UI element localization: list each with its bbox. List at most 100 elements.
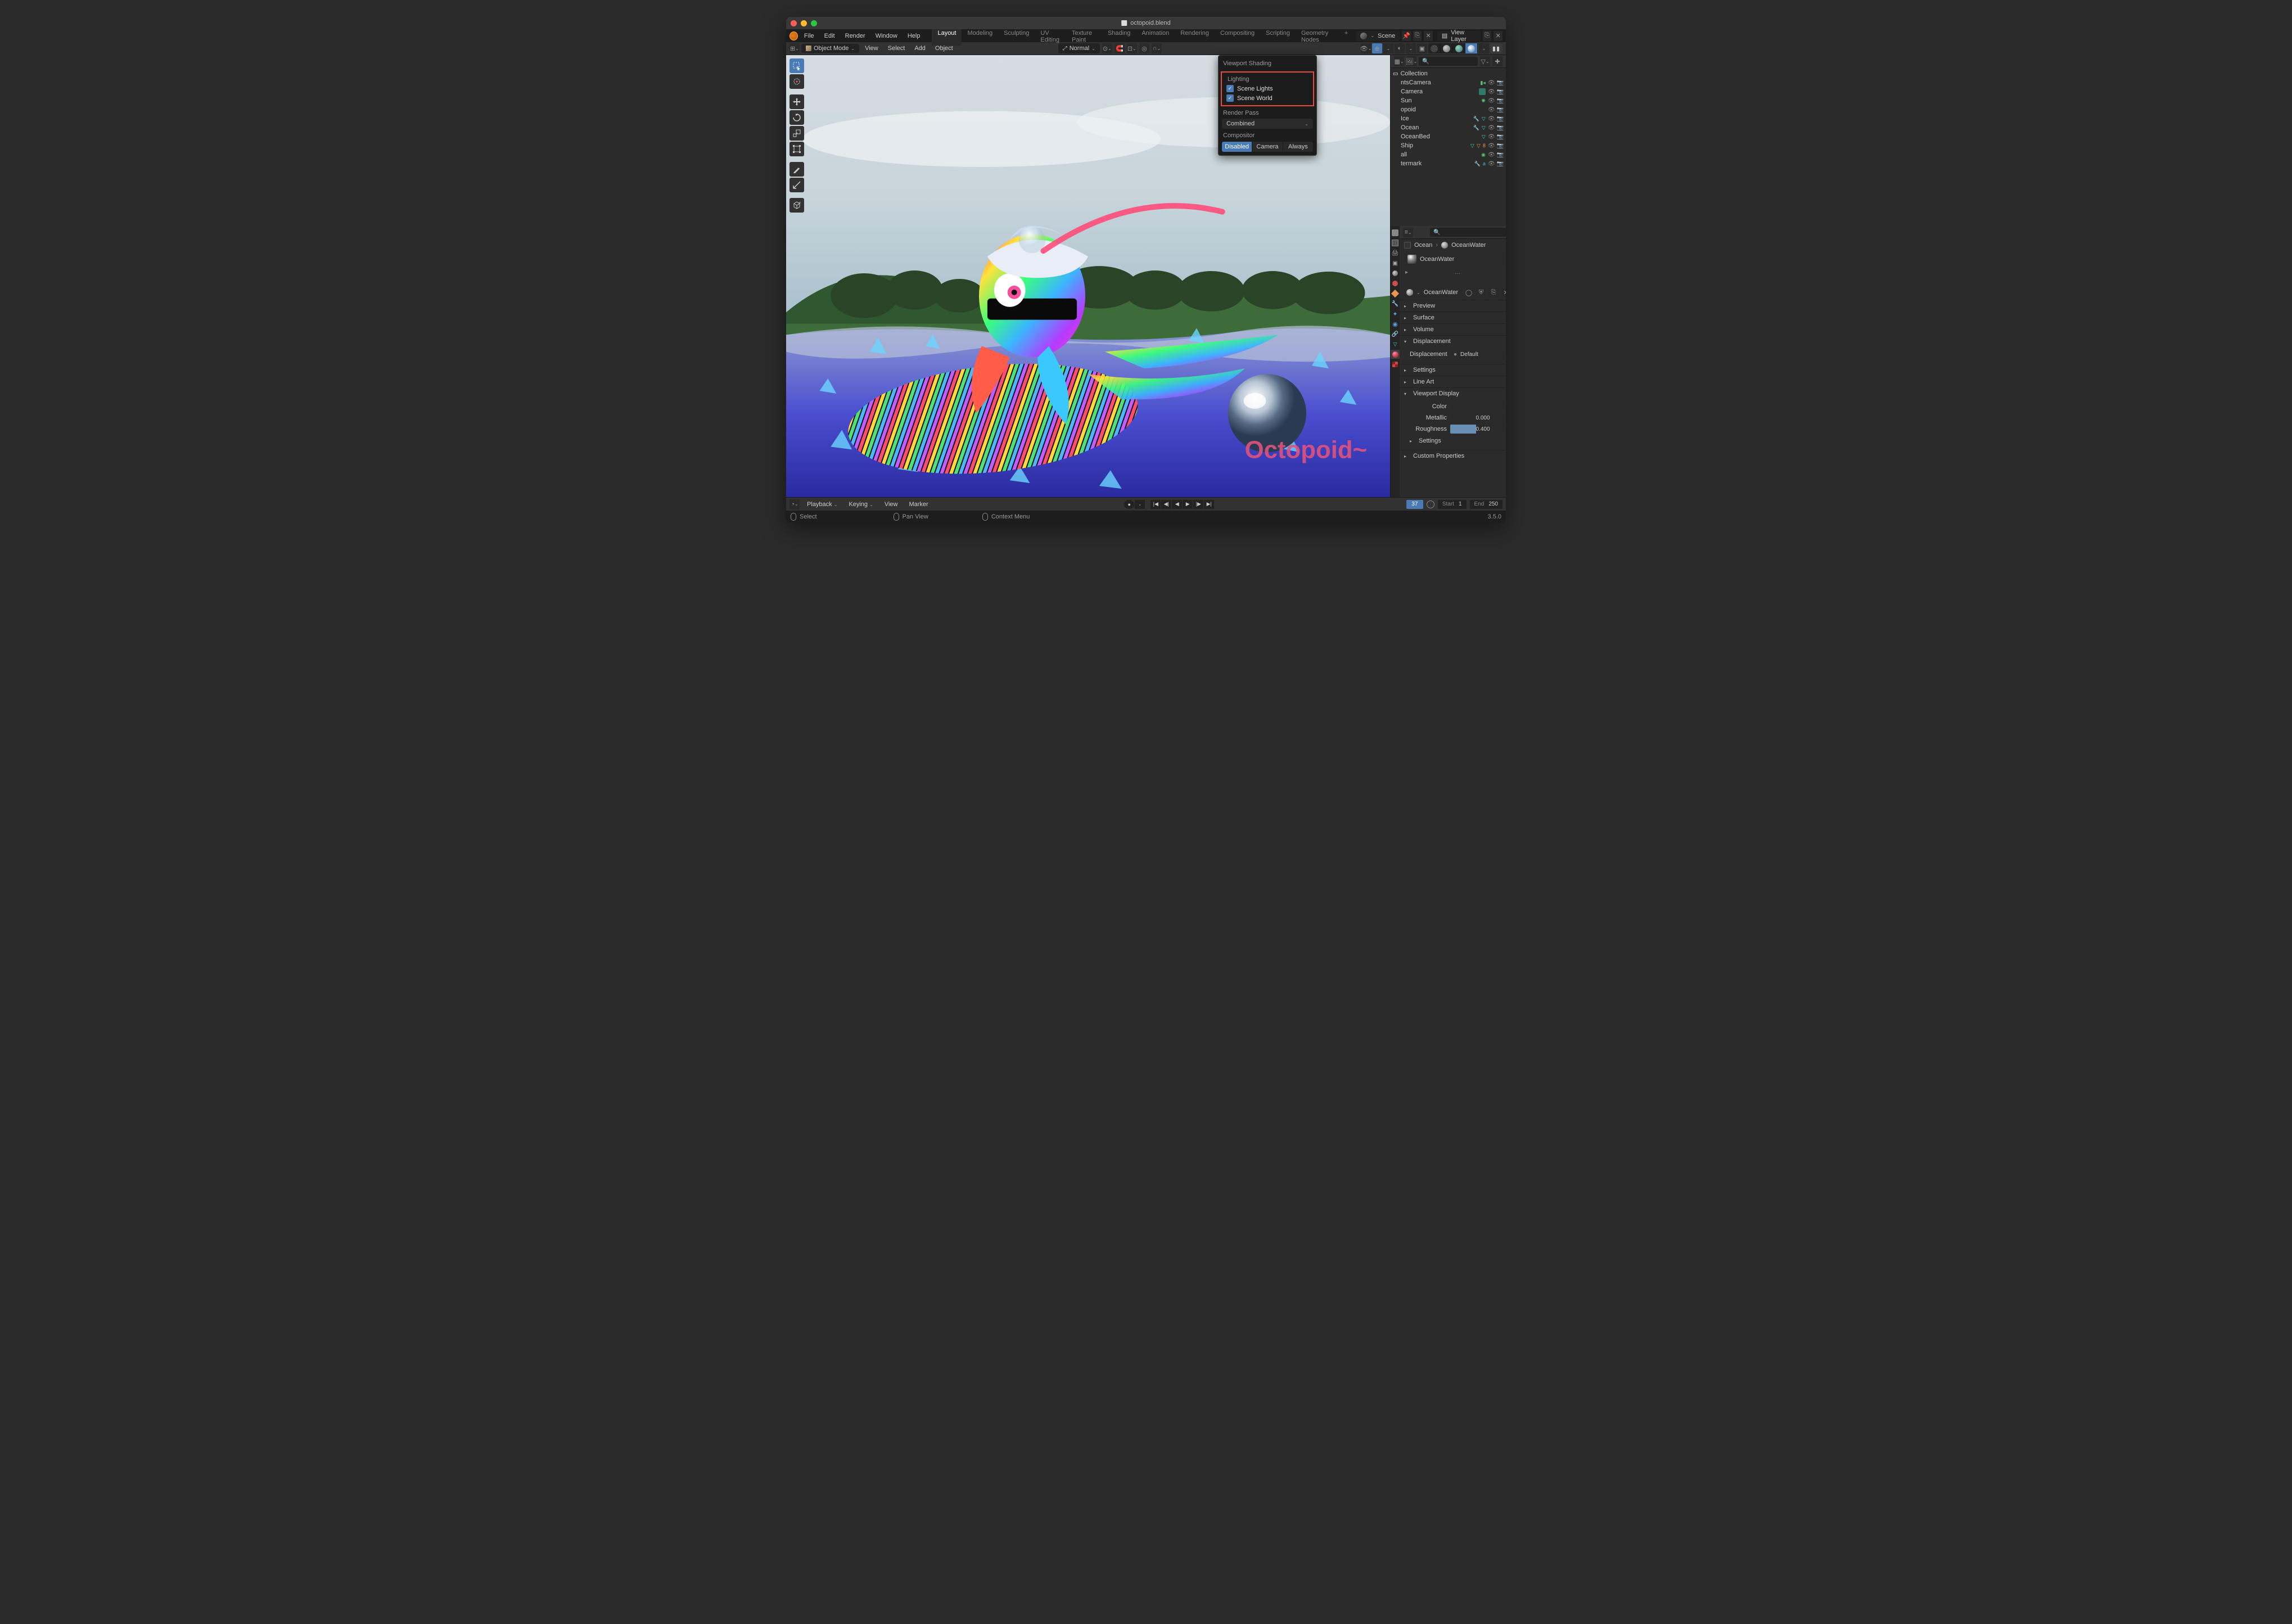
visibility-toggle[interactable]: 👁 — [1488, 107, 1495, 113]
view-layer-new-button[interactable]: ⎘ — [1483, 31, 1492, 41]
displacement-row[interactable]: Displacement ●Default — [1410, 349, 1506, 359]
snap-options[interactable]: ⊡⌄ — [1127, 43, 1137, 53]
outliner-collection[interactable]: ▭ Collection — [1391, 69, 1506, 78]
viewport-menu-add[interactable]: Add — [910, 43, 930, 53]
outliner-item[interactable]: Camera👁📷 — [1391, 87, 1506, 96]
menu-render[interactable]: Render — [841, 31, 869, 41]
tool-transform[interactable] — [789, 142, 804, 156]
ptab-constraint[interactable]: 🔗 — [1391, 330, 1400, 339]
render-toggle[interactable]: 📷 — [1497, 89, 1504, 95]
tool-cursor[interactable] — [789, 74, 804, 89]
panel-line-art[interactable]: Line Art — [1400, 376, 1506, 387]
bc-object[interactable]: Ocean — [1414, 242, 1432, 249]
visibility-toggle[interactable]: 👁 — [1488, 161, 1495, 167]
auto-key-toggle[interactable]: ● — [1124, 500, 1134, 509]
outliner-display-mode[interactable]: ▦⌄ — [1394, 56, 1404, 66]
viewport-roughness-row[interactable]: Roughness 0.400 • — [1410, 424, 1506, 434]
panel-viewport-display[interactable]: Viewport Display — [1400, 388, 1506, 399]
properties-search-input[interactable] — [1440, 229, 1506, 236]
minimize-window-button[interactable] — [801, 20, 807, 26]
outliner-search[interactable]: 🔍 — [1419, 57, 1478, 66]
ptab-object[interactable] — [1391, 289, 1400, 298]
play-reverse[interactable]: ◀ — [1172, 500, 1182, 509]
menu-window[interactable]: Window — [872, 31, 901, 41]
tool-measure[interactable] — [789, 178, 804, 192]
shading-options-button[interactable]: ⌄ — [1479, 43, 1489, 53]
ptab-output[interactable]: 🖨 — [1391, 249, 1400, 258]
compositor-camera[interactable]: Camera — [1252, 142, 1283, 152]
tool-add-cube[interactable]: + — [789, 198, 804, 213]
snap-toggle[interactable]: 🧲 — [1115, 43, 1125, 53]
start-frame[interactable]: Start1 — [1438, 500, 1467, 509]
orientation-selector[interactable]: ⤢ Normal ⌄ — [1058, 43, 1100, 53]
scene-lights-checkbox[interactable]: ✓ Scene Lights — [1223, 84, 1312, 93]
slot-prev[interactable]: ▸ — [1405, 269, 1408, 276]
visibility-toggle[interactable]: 👁 — [1488, 98, 1495, 104]
auto-key-options[interactable]: ⌄ — [1135, 500, 1145, 509]
visibility-toggle[interactable]: 👁 — [1488, 89, 1495, 95]
material-unlink-button[interactable]: ✕ — [1501, 287, 1506, 297]
timeline-editor-type[interactable]: ◔⌄ — [789, 499, 800, 509]
ptab-material[interactable] — [1391, 350, 1400, 359]
next-key[interactable]: |▶ — [1193, 500, 1203, 509]
shading-solid[interactable] — [1441, 43, 1453, 53]
outliner-item[interactable]: opoid👁📷 — [1391, 105, 1506, 114]
shading-rendered[interactable] — [1465, 43, 1478, 53]
compositor-always[interactable]: Always — [1283, 142, 1313, 152]
proportional-toggle[interactable]: ◎ — [1139, 43, 1149, 53]
render-toggle[interactable]: 📷 — [1497, 161, 1504, 167]
material-fake-user-button[interactable]: ⛨ — [1476, 287, 1486, 297]
viewport-menu-select[interactable]: Select — [884, 43, 909, 53]
material-browse[interactable]: ⌄ OceanWater — [1403, 287, 1461, 297]
outliner-item[interactable]: Sun✺👁📷 — [1391, 96, 1506, 105]
visibility-toggle[interactable]: 👁 — [1488, 80, 1495, 86]
shading-wireframe[interactable] — [1428, 43, 1441, 53]
visibility-button[interactable]: 👁⌄ — [1361, 43, 1371, 53]
outliner-item[interactable]: all◉👁📷 — [1391, 150, 1506, 159]
tool-scale[interactable] — [789, 126, 804, 141]
timeline-marker[interactable]: Marker — [905, 499, 932, 509]
current-frame[interactable]: 37 — [1406, 500, 1423, 509]
timeline-playback[interactable]: Playback ⌄ — [803, 499, 841, 509]
ptab-world[interactable] — [1391, 279, 1400, 288]
scene-selector[interactable]: ⌄ Scene — [1356, 31, 1400, 41]
panel-surface[interactable]: Surface — [1400, 312, 1506, 323]
viewport-color-row[interactable]: Color • — [1410, 402, 1506, 412]
render-toggle[interactable]: 📷 — [1497, 134, 1504, 140]
overlay-options[interactable]: ⌄ — [1406, 43, 1416, 53]
proportional-options[interactable]: ∩⌄ — [1152, 43, 1162, 53]
ptab-modifier[interactable]: 🔧 — [1391, 299, 1400, 308]
xray-toggle[interactable]: ▣ — [1417, 43, 1427, 53]
ptab-texture[interactable] — [1391, 360, 1400, 369]
editor-type-button[interactable]: ⊞⌄ — [789, 43, 800, 53]
visibility-toggle[interactable]: 👁 — [1488, 134, 1495, 140]
render-toggle[interactable]: 📷 — [1497, 143, 1504, 149]
outliner-item[interactable]: Ocean🔧▽👁📷 — [1391, 123, 1506, 132]
render-toggle[interactable]: 📷 — [1497, 80, 1504, 86]
viewport-metallic-row[interactable]: Metallic 0.000 • — [1410, 413, 1506, 423]
ptab-tool[interactable] — [1391, 228, 1400, 237]
clock-icon[interactable] — [1427, 500, 1434, 508]
render-pass-select[interactable]: Combined ⌄ — [1222, 119, 1313, 129]
gizmo-options[interactable]: ⌄ — [1383, 43, 1393, 53]
panel-volume[interactable]: Volume — [1400, 324, 1506, 335]
tool-rotate[interactable] — [789, 110, 804, 125]
timeline-keying[interactable]: Keying ⌄ — [845, 499, 877, 509]
scene-pin-button[interactable]: 📌 — [1402, 31, 1411, 41]
render-toggle[interactable]: 📷 — [1497, 116, 1504, 122]
panel-settings[interactable]: Settings — [1400, 364, 1506, 376]
scene-delete-button[interactable]: ✕ — [1424, 31, 1433, 41]
outliner-filter-button[interactable]: ▽⌄ — [1480, 56, 1490, 66]
menu-edit[interactable]: Edit — [820, 31, 839, 41]
panel-displacement[interactable]: Displacement — [1400, 336, 1506, 347]
ptab-render[interactable] — [1391, 238, 1400, 247]
visibility-toggle[interactable]: 👁 — [1488, 125, 1495, 131]
ptab-physics[interactable]: ◉ — [1391, 319, 1400, 328]
tool-move[interactable] — [789, 94, 804, 109]
view-layer-selector[interactable]: ▤ View Layer — [1437, 31, 1481, 41]
panel-custom-properties[interactable]: Custom Properties — [1400, 450, 1506, 462]
properties-search[interactable]: 🔍 — [1430, 228, 1506, 237]
outliner-item[interactable]: termark🔧a👁📷 — [1391, 159, 1506, 168]
tool-annotate[interactable] — [789, 162, 804, 177]
viewport-menu-object[interactable]: Object — [931, 43, 957, 53]
